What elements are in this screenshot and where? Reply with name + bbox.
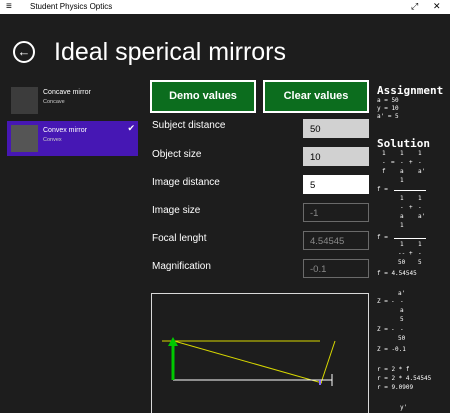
eq-frac: --	[398, 250, 406, 257]
focal-length-field: 4.54545	[303, 231, 369, 250]
eq-digit: 1	[382, 150, 386, 157]
eq-minus: -	[391, 326, 395, 333]
demo-values-button[interactable]: Demo values	[150, 80, 256, 113]
eq-var: f	[382, 168, 386, 175]
mirror-item-convex[interactable]: Convex mirror Convex ✔	[7, 121, 138, 156]
eq-digit: 1	[400, 195, 404, 202]
assignment-line: y = 10	[377, 105, 399, 112]
mirror-item-concave[interactable]: Concave mirror Concave	[7, 83, 138, 118]
mirror-item-name: Convex mirror	[43, 127, 87, 134]
magnification-result: Z = -0.1	[377, 346, 406, 353]
image-distance-input[interactable]: 5	[303, 175, 369, 194]
eq-frac: -	[418, 159, 422, 166]
page-title: Ideal sperical mirrors	[54, 38, 287, 66]
subject-distance-label: Subject distance	[152, 120, 226, 131]
eq-frac: -	[400, 159, 404, 166]
title-bar: ≡ Student Physics Optics ⤢ ✕	[0, 0, 450, 14]
ray-reflected	[173, 340, 323, 384]
eq-digit: 1	[418, 150, 422, 157]
object-size-input[interactable]: 10	[303, 147, 369, 166]
eq-frac: -	[400, 298, 404, 305]
eq-digit: 1	[400, 177, 404, 184]
back-button[interactable]: ←	[13, 41, 35, 63]
close-icon[interactable]: ✕	[433, 0, 441, 13]
ray-through-focus	[320, 340, 336, 384]
app-title: Student Physics Optics	[30, 2, 113, 11]
eq-digit: 1	[400, 222, 404, 229]
radius-result: r = 9.0909	[377, 384, 414, 391]
mirror-item-name: Concave mirror	[43, 89, 91, 96]
magnification-label: Magnification	[152, 261, 211, 272]
fraction-bar	[394, 238, 426, 239]
image-size-var: y'	[400, 404, 408, 411]
eq-digit: 1	[400, 150, 404, 157]
eq-number: 50	[398, 335, 406, 342]
ray-diagram	[151, 293, 369, 413]
eq-frac: -	[382, 159, 386, 166]
eq-number: 50	[398, 259, 406, 266]
assignment-line: a' = 5	[377, 113, 399, 120]
eq-var: a'	[418, 168, 426, 175]
eq-lhs: f =	[377, 186, 388, 193]
eq-digit: 1	[418, 241, 422, 248]
assignment-title: Assignment	[377, 84, 444, 97]
eq-var: a	[400, 213, 404, 220]
eq-equals: =	[391, 159, 395, 166]
image-size-label: Image size	[152, 205, 201, 216]
ray-diagram-svg	[162, 337, 336, 386]
eq-plus: +	[409, 159, 413, 166]
hamburger-menu-icon[interactable]: ≡	[6, 1, 12, 13]
checkmark-icon: ✔	[127, 123, 135, 133]
image-size-field: -1	[303, 203, 369, 222]
eq-lhs: f =	[377, 234, 388, 241]
eq-frac: -	[418, 204, 422, 211]
eq-var: a	[400, 168, 404, 175]
eq-frac: -	[400, 204, 404, 211]
fraction-bar	[394, 190, 426, 191]
clear-values-button[interactable]: Clear values	[263, 80, 369, 113]
eq-var: a	[400, 307, 404, 314]
eq-frac: -	[400, 326, 404, 333]
eq-lhs: Z =	[377, 298, 388, 305]
eq-var: a'	[418, 213, 426, 220]
eq-minus: -	[391, 298, 395, 305]
image-distance-label: Image distance	[152, 177, 220, 188]
eq-number: 5	[418, 259, 422, 266]
mirror-thumbnail	[11, 87, 38, 114]
eq-lhs: Z =	[377, 326, 388, 333]
eq-number: 5	[400, 316, 404, 323]
magnification-field: -0.1	[303, 259, 369, 278]
eq-frac: -	[418, 250, 422, 257]
eq-digit: 1	[400, 241, 404, 248]
subject-distance-input[interactable]: 50	[303, 119, 369, 138]
focal-result: f = 4.54545	[377, 270, 417, 277]
radius-formula: r = 2 * f	[377, 366, 410, 373]
object-size-label: Object size	[152, 149, 202, 160]
mirror-thumbnail	[11, 125, 38, 152]
solution-title: Solution	[377, 137, 430, 150]
eq-digit: 1	[418, 195, 422, 202]
mirror-item-subtitle: Concave	[43, 99, 65, 105]
assignment-line: a = 50	[377, 97, 399, 104]
eq-plus: +	[409, 204, 413, 211]
back-arrow-icon: ←	[17, 44, 31, 59]
maximize-icon[interactable]: ⤢	[411, 0, 418, 13]
radius-substitution: r = 2 * 4.54545	[377, 375, 432, 382]
mirror-item-subtitle: Convex	[43, 137, 62, 143]
eq-plus: +	[409, 250, 413, 257]
focal-length-label: Focal lenght	[152, 233, 207, 244]
eq-var: a'	[398, 290, 406, 297]
